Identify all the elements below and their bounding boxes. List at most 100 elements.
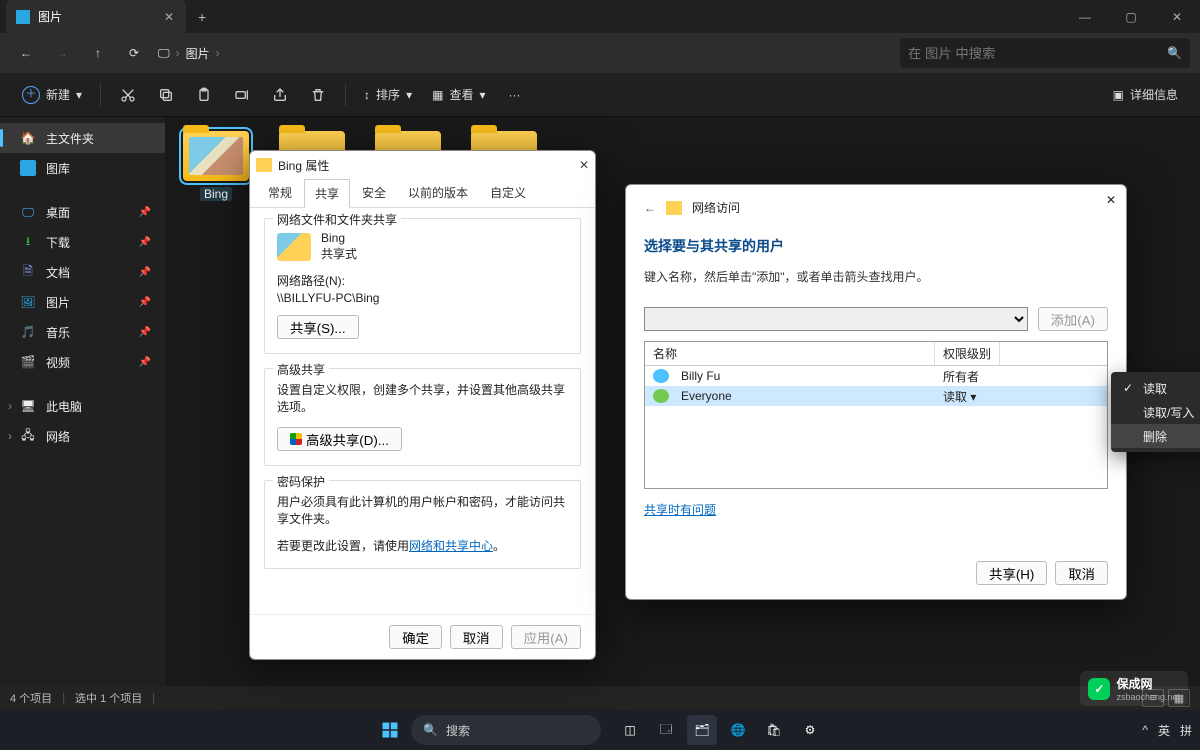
new-button[interactable]: ＋新建▾: [14, 80, 90, 110]
folder-item[interactable]: Bing: [177, 131, 255, 201]
ok-button[interactable]: 确定: [389, 625, 442, 649]
settings-taskbar-icon[interactable]: ⚙: [795, 715, 825, 745]
dialog-titlebar[interactable]: Bing 属性 ✕: [250, 151, 595, 179]
monitor-icon: 🖵: [158, 46, 170, 61]
copy-button[interactable]: [149, 80, 183, 110]
close-window-button[interactable]: ✕: [1154, 0, 1200, 33]
sidebar-videos[interactable]: 🎬视频📌: [0, 347, 165, 377]
back-arrow-icon[interactable]: ←: [644, 201, 656, 215]
system-tray[interactable]: ^ 英 拼: [1142, 722, 1192, 739]
share-submit-button[interactable]: 共享(H): [976, 561, 1047, 585]
active-tab[interactable]: 图片 ✕: [6, 0, 186, 33]
edge-taskbar-icon[interactable]: 🌐: [723, 715, 753, 745]
cancel-button[interactable]: 取消: [450, 625, 503, 649]
network-access-dialog: ✕ ← 网络访问 选择要与其共享的用户 键入名称，然后单击"添加"，或者单击箭头…: [625, 184, 1127, 600]
tray-chevron-icon[interactable]: ^: [1142, 723, 1148, 737]
sidebar-home[interactable]: 🏠主文件夹: [0, 123, 165, 153]
sidebar-downloads[interactable]: ⭳下载📌: [0, 227, 165, 257]
sidebar-thispc[interactable]: ›🖥此电脑: [0, 391, 165, 421]
perm-remove[interactable]: 删除: [1111, 424, 1200, 448]
share-button[interactable]: 共享(S)...: [277, 315, 359, 339]
apply-button[interactable]: 应用(A): [511, 625, 581, 649]
delete-button[interactable]: [301, 80, 335, 110]
maximize-button[interactable]: ▢: [1108, 0, 1154, 33]
new-tab-button[interactable]: +: [198, 9, 206, 25]
network-icon: 🖧: [20, 428, 36, 444]
user-icon: [653, 369, 669, 383]
task-view-button[interactable]: ◫: [615, 715, 645, 745]
sidebar-documents[interactable]: 🗎文档📌: [0, 257, 165, 287]
breadcrumb[interactable]: 🖵 › 图片 ›: [158, 45, 220, 62]
start-button[interactable]: [375, 715, 405, 745]
close-icon[interactable]: ✕: [579, 158, 589, 172]
taskbar-search[interactable]: 🔍搜索: [411, 715, 601, 745]
rename-button[interactable]: [225, 80, 259, 110]
dialog-hint: 键入名称，然后单击"添加"，或者单击箭头查找用户。: [644, 268, 1108, 285]
password-line2: 若要更改此设置，请使用网络和共享中心。: [277, 537, 568, 554]
dialog-header: 网络访问: [692, 199, 740, 216]
explorer-taskbar-icon[interactable]: 🗂: [687, 715, 717, 745]
user-row[interactable]: Billy Fu 所有者: [645, 366, 1107, 386]
share-folder-name: Bing: [321, 231, 357, 245]
watermark-icon: ✓: [1088, 678, 1110, 700]
tab-sharing[interactable]: 共享: [304, 179, 350, 208]
cut-button[interactable]: [111, 80, 145, 110]
user-select[interactable]: [644, 307, 1028, 331]
close-icon[interactable]: ✕: [1106, 193, 1116, 207]
tab-security[interactable]: 安全: [352, 179, 396, 207]
up-button[interactable]: ↑: [82, 37, 114, 69]
tab-general[interactable]: 常规: [258, 179, 302, 207]
col-name[interactable]: 名称: [645, 342, 935, 365]
advanced-share-button[interactable]: 高级共享(D)...: [277, 427, 402, 451]
share-folder-icon: [666, 201, 682, 215]
store-taskbar-icon[interactable]: 🛍: [759, 715, 789, 745]
ime-indicator[interactable]: 英: [1158, 722, 1170, 739]
help-link[interactable]: 共享时有问题: [644, 501, 1108, 518]
more-button[interactable]: ···: [497, 80, 531, 110]
desktop-icon: 🖵: [20, 204, 36, 220]
sidebar-gallery[interactable]: 图库: [0, 153, 165, 183]
refresh-button[interactable]: ⟳: [118, 37, 150, 69]
share-status: 共享式: [321, 245, 357, 262]
nav-bar: ← → ↑ ⟳ 🖵 › 图片 › 🔍: [0, 33, 1200, 73]
toolbar: ＋新建▾ ↕排序▾ ▦查看▾ ··· ▣详细信息: [0, 73, 1200, 117]
widgets-button[interactable]: 🗔: [651, 715, 681, 745]
password-group: 密码保护 用户必须具有此计算机的用户帐户和密码，才能访问共享文件夹。 若要更改此…: [264, 480, 581, 569]
details-pane-button[interactable]: ▣详细信息: [1105, 80, 1186, 110]
tab-previous-versions[interactable]: 以前的版本: [398, 179, 478, 207]
minimize-button[interactable]: —: [1062, 0, 1108, 33]
paste-button[interactable]: [187, 80, 221, 110]
gallery-icon: [20, 160, 36, 176]
video-icon: 🎬: [20, 354, 36, 370]
sidebar-music[interactable]: 🎵音乐📌: [0, 317, 165, 347]
user-row[interactable]: Everyone 读取 ▾: [645, 386, 1107, 406]
sidebar-desktop[interactable]: 🖵桌面📌: [0, 197, 165, 227]
watermark: ✓ 保成网 zsbaocheng.net: [1080, 671, 1188, 706]
col-permission[interactable]: 权限级别: [935, 342, 1000, 365]
network-center-link[interactable]: 网络和共享中心: [409, 539, 493, 553]
search-input[interactable]: [908, 46, 1167, 61]
add-user-button[interactable]: 添加(A): [1038, 307, 1108, 331]
view-button[interactable]: ▦查看▾: [424, 80, 493, 110]
permission-dropdown[interactable]: 读取 ▾: [935, 388, 984, 405]
folder-thumbnail-icon: [277, 233, 311, 261]
sidebar-pictures[interactable]: 🖼图片📌: [0, 287, 165, 317]
dialog-tabs: 常规 共享 安全 以前的版本 自定义: [250, 179, 595, 208]
share-button[interactable]: [263, 80, 297, 110]
network-path: \\BILLYFU-PC\Bing: [277, 291, 568, 305]
ime-mode[interactable]: 拼: [1180, 722, 1192, 739]
sidebar: 🏠主文件夹 图库 🖵桌面📌 ⭳下载📌 🗎文档📌 🖼图片📌 🎵音乐📌 🎬视频📌 ›…: [0, 117, 165, 686]
sidebar-network[interactable]: ›🖧网络: [0, 421, 165, 451]
perm-read[interactable]: ✓读取: [1111, 376, 1200, 400]
perm-readwrite[interactable]: 读取/写入: [1111, 400, 1200, 424]
tab-customize[interactable]: 自定义: [480, 179, 536, 207]
breadcrumb-item[interactable]: 图片: [186, 45, 210, 62]
cancel-button[interactable]: 取消: [1055, 561, 1108, 585]
sort-button[interactable]: ↕排序▾: [356, 80, 420, 110]
titlebar: 图片 ✕ + — ▢ ✕: [0, 0, 1200, 33]
search-icon: 🔍: [423, 723, 438, 737]
back-button[interactable]: ←: [10, 37, 42, 69]
search-box[interactable]: 🔍: [900, 38, 1190, 68]
path-label: 网络路径(N):: [277, 272, 568, 289]
close-tab-icon[interactable]: ✕: [164, 10, 174, 24]
